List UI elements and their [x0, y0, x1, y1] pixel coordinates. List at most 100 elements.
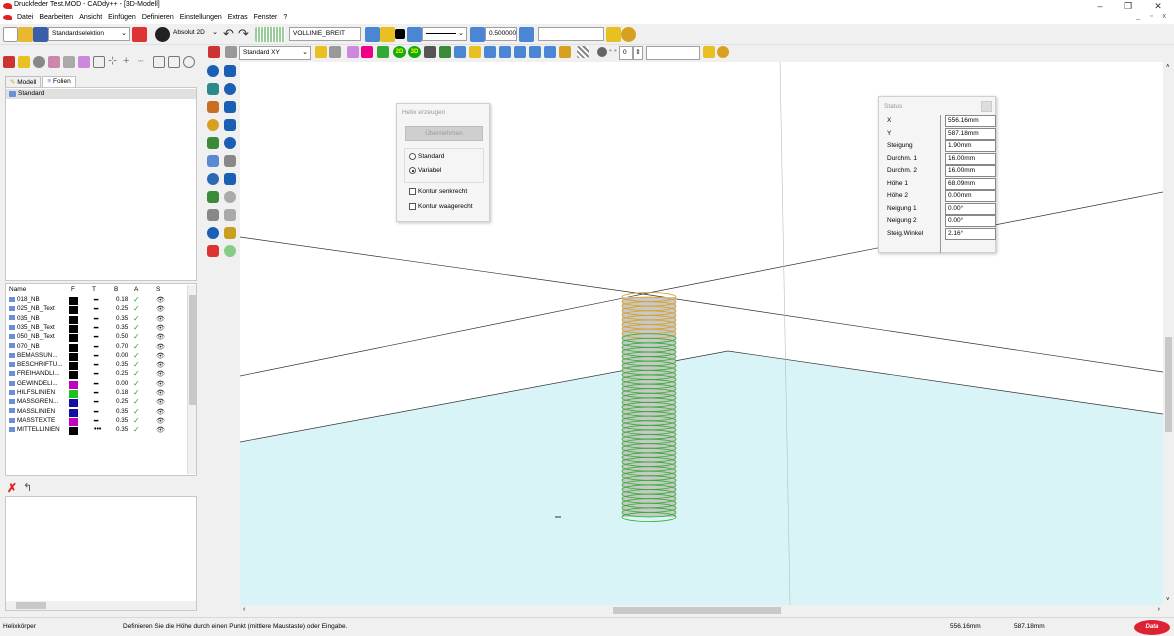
save-icon[interactable] — [33, 27, 48, 42]
layer-color-swatch[interactable] — [69, 324, 78, 333]
layer-line-type[interactable]: ━ — [94, 389, 98, 397]
canvas-vertical-scrollbar[interactable]: ˄ ˅ — [1163, 62, 1174, 605]
table-row[interactable]: BEMASSUN... ━ 0.00 ✓ 👁 — [6, 351, 188, 361]
layer-visible-eye-icon[interactable]: 👁 — [156, 361, 165, 369]
table-row[interactable]: MASSLINIEN ━ 0.35 ✓ 👁 — [6, 407, 188, 417]
layer-color-swatch[interactable] — [69, 343, 78, 352]
view-cube-icon[interactable] — [225, 46, 237, 58]
layer-width[interactable]: 0.18 — [116, 389, 128, 396]
layer-active-check-icon[interactable]: ✓ — [133, 351, 140, 360]
panel-tool-search-icon[interactable] — [33, 56, 45, 68]
layer-active-check-icon[interactable]: ✓ — [133, 295, 140, 304]
pen-icon[interactable] — [361, 46, 373, 58]
helix-icon[interactable] — [207, 155, 219, 167]
drawing-canvas[interactable]: Helix erzeugen Übernehmen Standard Varia… — [240, 62, 1163, 605]
layer-line-type[interactable]: ━ — [94, 361, 98, 369]
layer-line-type[interactable]: ━ — [94, 380, 98, 388]
layer-active-check-icon[interactable]: ✓ — [133, 314, 140, 323]
orbit-icon[interactable] — [424, 46, 436, 58]
layer-visible-eye-icon[interactable]: 👁 — [156, 324, 165, 332]
column-header-f[interactable]: F — [71, 286, 75, 293]
radio-standard[interactable]: Standard — [409, 153, 444, 160]
panel-tool-frame-icon[interactable] — [168, 56, 180, 68]
apply-icon[interactable] — [606, 27, 621, 42]
section-icon[interactable] — [207, 209, 219, 221]
layer-visible-eye-icon[interactable]: 👁 — [156, 426, 165, 434]
layer-visible-eye-icon[interactable]: 👁 — [156, 333, 165, 341]
pin-icon[interactable]: ↰ — [23, 481, 32, 494]
view-text-field[interactable] — [646, 46, 700, 60]
table-row[interactable]: 025_NB_Text ━ 0.25 ✓ 👁 — [6, 304, 188, 315]
zoom-icon[interactable] — [454, 46, 466, 58]
scroll-down-icon[interactable]: ˅ — [1166, 597, 1170, 603]
layer-active-check-icon[interactable]: ✓ — [133, 416, 140, 425]
table-row[interactable]: 070_NB ━ 0.70 ✓ 👁 — [6, 342, 188, 352]
layer-icon[interactable] — [365, 27, 380, 42]
table-row[interactable]: GEWINDELI... ━ 0.00 ✓ 👁 — [6, 379, 188, 389]
layer-visible-eye-icon[interactable]: 👁 — [156, 408, 165, 416]
layer-active-check-icon[interactable]: ✓ — [133, 304, 140, 313]
layer-visible-eye-icon[interactable]: 👁 — [156, 315, 165, 323]
3d-view-button[interactable]: 3D — [408, 46, 421, 58]
table-row[interactable]: FREIHANDLI... ━ 0.25 ✓ 👁 — [6, 369, 188, 380]
status-value-field[interactable]: 0.00° — [945, 202, 996, 215]
layer-visible-eye-icon[interactable]: 👁 — [156, 296, 165, 304]
layer-width[interactable]: 0.35 — [116, 315, 128, 322]
fillet-icon[interactable] — [224, 173, 236, 185]
hatch-icon[interactable] — [577, 46, 589, 58]
loft-icon[interactable] — [224, 155, 236, 167]
menu-item-bearbeiten[interactable]: Bearbeiten — [39, 14, 73, 21]
tab-modell[interactable]: ✎ Modell — [5, 76, 42, 87]
extrude-icon[interactable] — [207, 119, 219, 131]
status-value-field[interactable]: 16.00mm — [945, 165, 996, 177]
layer-line-type[interactable]: ••• — [94, 426, 101, 433]
scroll-up-icon[interactable]: ˄ — [1166, 64, 1170, 70]
move-view-icon[interactable] — [514, 46, 526, 58]
zoom-extents-icon[interactable] — [529, 46, 541, 58]
select-arrow-icon[interactable] — [207, 65, 219, 77]
coordinate-globe-icon[interactable] — [155, 27, 170, 42]
layer-active-check-icon[interactable]: ✓ — [133, 397, 140, 406]
cylinder-icon[interactable] — [224, 83, 236, 95]
panel-tool-dots-icon[interactable]: ┄ — [138, 56, 150, 68]
column-header-t[interactable]: T — [92, 286, 96, 293]
column-header-s[interactable]: S — [156, 286, 160, 293]
layer-active-check-icon[interactable]: ✓ — [133, 379, 140, 388]
rotate-right-icon[interactable] — [499, 46, 511, 58]
layer-visible-eye-icon[interactable]: 👁 — [156, 352, 165, 360]
layer-width[interactable]: 0.35 — [116, 417, 128, 424]
layer-width[interactable]: 0.18 — [116, 296, 128, 303]
layer-color-swatch[interactable] — [69, 334, 78, 343]
status-close-button[interactable] — [981, 101, 992, 112]
layer-visible-eye-icon[interactable]: 👁 — [156, 380, 165, 388]
shading-sphere-icon[interactable] — [597, 47, 607, 57]
layer-active-check-icon[interactable]: ✓ — [133, 332, 140, 341]
menu-item-datei[interactable]: Datei — [17, 14, 33, 21]
menu-item-extras[interactable]: Extras — [228, 14, 248, 21]
status-value-field[interactable]: 68.09mm — [945, 177, 996, 190]
toolbar-text-field[interactable] — [538, 27, 604, 41]
color-icon[interactable] — [224, 245, 236, 257]
layer-line-type[interactable]: ━ — [94, 315, 98, 323]
apply-button[interactable]: Übernehmen — [405, 126, 483, 141]
color-swatch-icon[interactable] — [395, 29, 405, 39]
layer-color-swatch[interactable] — [69, 352, 78, 361]
selection-mode-select[interactable]: Standardselektion ⌄ — [48, 27, 130, 41]
layer-line-type[interactable]: ━ — [94, 370, 98, 378]
status-value-field[interactable]: 2.16° — [945, 227, 996, 240]
status-value-field[interactable]: 16.00mm — [945, 152, 996, 165]
layer-visible-eye-icon[interactable]: 👁 — [156, 370, 165, 378]
scroll-left-icon[interactable]: ‹ — [243, 606, 245, 613]
snap-select-icon[interactable] — [329, 46, 341, 58]
menu-item-[interactable]: ? — [283, 14, 287, 21]
maximize-button[interactable]: ❐ — [1118, 0, 1138, 12]
status-value-field[interactable]: 1.90mm — [945, 140, 996, 152]
layer-icon-2[interactable] — [407, 27, 422, 42]
lightbulb-view-icon[interactable] — [717, 46, 729, 58]
status-value-field[interactable]: 556.16mm — [945, 115, 996, 127]
open-folder-icon[interactable] — [18, 27, 33, 42]
layer-line-type[interactable]: ━ — [94, 305, 98, 313]
layer-visible-eye-icon[interactable]: 👁 — [156, 305, 165, 313]
view-select[interactable]: Standard XY ⌄ — [239, 46, 311, 60]
close-button[interactable]: ✕ — [1148, 0, 1168, 12]
